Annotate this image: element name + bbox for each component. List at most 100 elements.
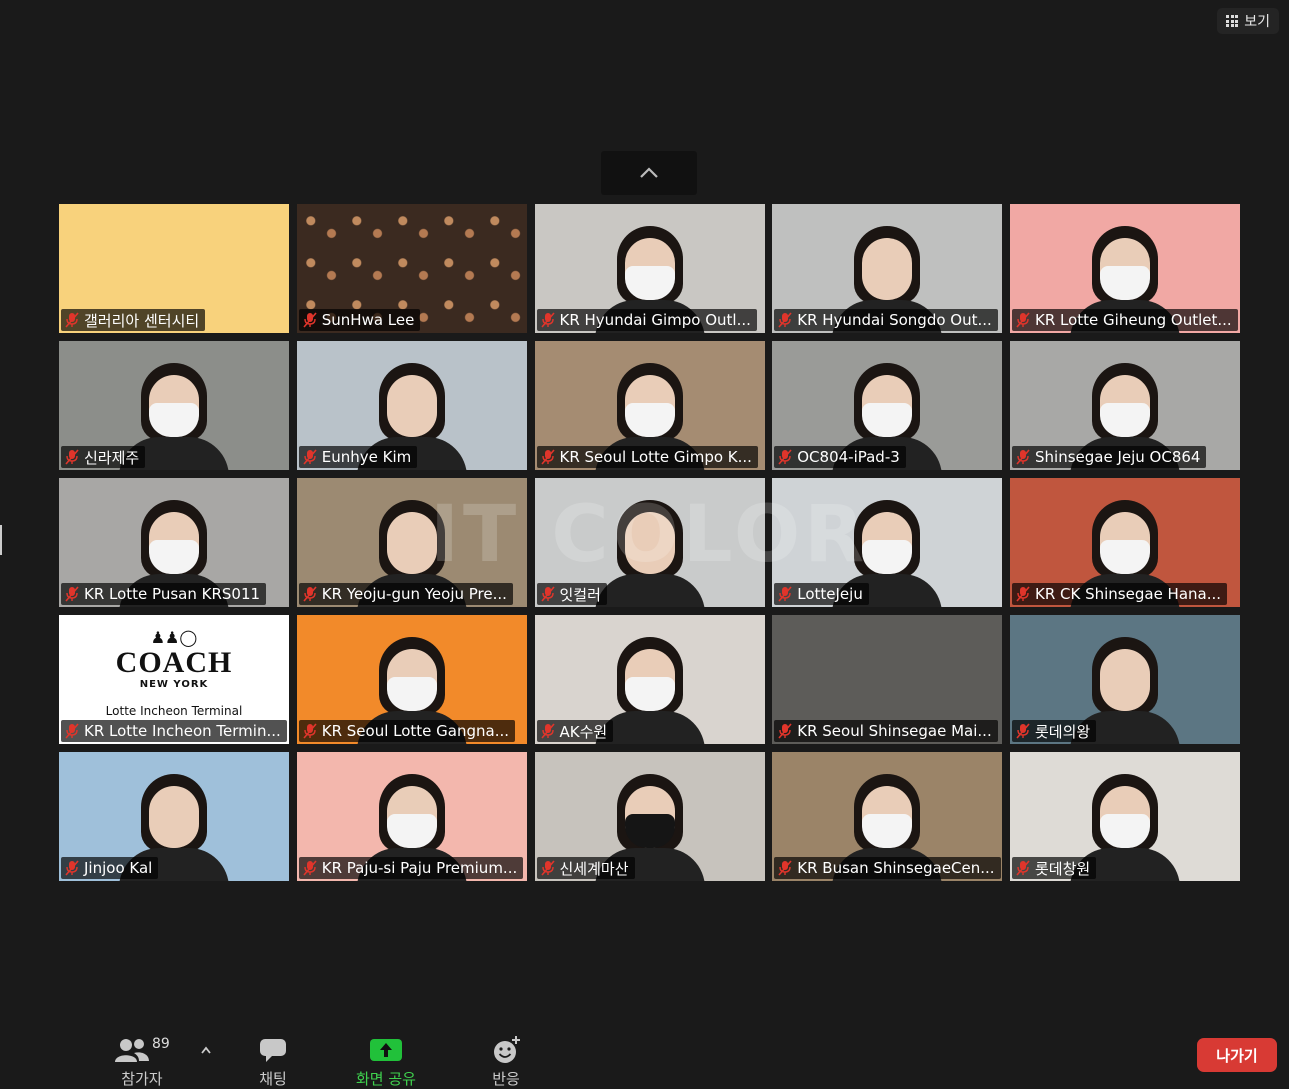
participant-tile[interactable]: KR Lotte Pusan KRS011 <box>59 478 289 607</box>
participant-nameplate: KR Seoul Lotte Gangna... <box>298 720 516 742</box>
participant-name: 롯데창원 <box>1035 859 1091 878</box>
logo-sub: NEW YORK <box>139 679 209 690</box>
participant-nameplate: KR Busan ShinsegaeCen... <box>774 857 1001 879</box>
share-screen-icon <box>369 1039 402 1061</box>
participant-tile[interactable]: KR Paju-si Paju Premium... <box>296 752 527 881</box>
participant-tile[interactable]: 신라제주 <box>59 341 289 470</box>
participants-label: 참가자 <box>121 1070 163 1088</box>
collapse-thumbnails-button[interactable] <box>601 151 697 195</box>
participant-nameplate: 롯데의왕 <box>1012 720 1097 742</box>
participant-tile[interactable]: Jinjoo Kal <box>59 752 289 881</box>
mic-muted-icon <box>303 723 317 739</box>
participant-name: SunHwa Lee <box>321 311 415 329</box>
participant-nameplate: KR Lotte Incheon Termin... <box>61 720 287 742</box>
participant-tile[interactable]: KR CK Shinsegae Hana... <box>1010 478 1240 607</box>
mic-muted-icon <box>65 860 79 876</box>
mic-muted-icon <box>778 586 792 602</box>
reactions-button[interactable]: 반응 <box>490 1036 522 1089</box>
participants-icon <box>115 1039 149 1062</box>
participant-tile[interactable]: SunHwa Lee <box>296 204 527 333</box>
participant-gallery: 갤러리아 센터시티 SunHwa Lee KR Hyundai Gimpo Ou… <box>59 204 1240 881</box>
participant-tile[interactable]: KR Seoul Shinsegae Mai... <box>772 615 1003 744</box>
participant-silhouette <box>594 482 705 607</box>
participant-tile[interactable]: KR Lotte Giheung Outlet... <box>1010 204 1240 333</box>
participant-name: KR Busan ShinsegaeCen... <box>797 859 995 877</box>
mic-muted-icon <box>778 312 792 328</box>
participant-nameplate: Shinsegae Jeju OC864 <box>1012 446 1207 468</box>
participant-name: LotteJeju <box>797 585 863 603</box>
participant-name: AK수원 <box>559 722 608 741</box>
participant-tile[interactable]: 롯데창원 <box>1010 752 1240 881</box>
mic-muted-icon <box>1016 860 1030 876</box>
participant-name: KR Paju-si Paju Premium... <box>321 859 518 877</box>
participant-tile[interactable]: 잇컬러 <box>534 478 765 607</box>
mic-muted-icon <box>540 723 555 739</box>
mic-muted-icon <box>65 723 79 739</box>
participant-nameplate: KR Paju-si Paju Premium... <box>298 857 524 879</box>
participant-name: Eunhye Kim <box>321 448 412 466</box>
chat-icon <box>260 1039 286 1062</box>
participant-name: 신세계마산 <box>559 859 629 878</box>
mic-muted-icon <box>65 449 79 465</box>
participant-tile[interactable]: KR Yeoju-gun Yeoju Pre... <box>296 478 527 607</box>
participant-name: KR Lotte Giheung Outlet... <box>1035 311 1232 329</box>
participant-name: KR Lotte Pusan KRS011 <box>84 585 261 603</box>
grid-view-icon <box>1226 15 1239 27</box>
participant-tile[interactable]: KR Hyundai Gimpo Outl... <box>534 204 765 333</box>
participant-nameplate: 갤러리아 센터시티 <box>61 309 206 331</box>
participant-tile[interactable]: KR Busan ShinsegaeCen... <box>772 752 1003 881</box>
mic-muted-icon <box>303 449 317 465</box>
participant-nameplate: KR Hyundai Gimpo Outl... <box>536 309 757 331</box>
participant-tile[interactable]: KR Seoul Lotte Gimpo K... <box>534 341 765 470</box>
chat-button[interactable]: 채팅 <box>258 1036 288 1089</box>
chevron-up-icon <box>640 167 658 178</box>
leave-button[interactable]: 나가기 <box>1197 1038 1277 1072</box>
participant-name: KR Hyundai Songdo Out... <box>797 311 992 329</box>
view-button-label: 보기 <box>1244 14 1270 30</box>
participants-menu-chevron-icon[interactable] <box>200 1046 212 1054</box>
emoji-add-icon <box>494 1036 520 1063</box>
participant-nameplate: AK수원 <box>536 720 614 742</box>
participant-tile[interactable]: Shinsegae Jeju OC864 <box>1010 341 1240 470</box>
participant-nameplate: KR CK Shinsegae Hana... <box>1012 583 1228 605</box>
mic-muted-icon <box>1016 449 1030 465</box>
participant-tile[interactable]: 갤러리아 센터시티 <box>59 204 289 333</box>
participant-name: 롯데의왕 <box>1035 722 1091 741</box>
chat-label: 채팅 <box>259 1070 287 1088</box>
participant-name: KR Seoul Lotte Gimpo K... <box>559 448 752 466</box>
mic-muted-icon <box>778 723 792 739</box>
mic-muted-icon <box>540 860 555 876</box>
participant-tile[interactable]: Eunhye Kim <box>296 341 527 470</box>
participants-count: 89 <box>152 1036 170 1052</box>
participant-tile[interactable]: LotteJeju <box>772 478 1003 607</box>
participant-tile[interactable]: KR Seoul Lotte Gangna... <box>296 615 527 744</box>
participant-tile[interactable]: KR Hyundai Songdo Out... <box>772 204 1003 333</box>
participant-nameplate: KR Yeoju-gun Yeoju Pre... <box>298 583 513 605</box>
participant-name: KR Seoul Shinsegae Mai... <box>797 722 992 740</box>
logo-brand: COACH <box>115 646 233 679</box>
participant-name: Jinjoo Kal <box>84 859 153 877</box>
coach-logo: ♟♟◯ COACH NEW YORK Lotte Incheon Terminal <box>59 629 289 719</box>
share-screen-label: 화면 공유 <box>356 1070 416 1088</box>
participant-nameplate: 신세계마산 <box>536 857 635 879</box>
mic-muted-icon <box>778 860 792 876</box>
window-edge-marker <box>0 525 2 555</box>
participant-tile[interactable]: AK수원 <box>534 615 765 744</box>
participant-tile[interactable]: 롯데의왕 <box>1010 615 1240 744</box>
participant-tile[interactable]: 신세계마산 <box>534 752 765 881</box>
participants-button[interactable]: 89 참가자 <box>114 1036 170 1089</box>
mic-muted-icon <box>303 312 317 328</box>
participant-nameplate: KR Seoul Shinsegae Mai... <box>774 720 998 742</box>
participant-name: KR Hyundai Gimpo Outl... <box>559 311 751 329</box>
participant-tile[interactable]: ♟♟◯ COACH NEW YORK Lotte Incheon Terminal K… <box>59 615 289 744</box>
view-button[interactable]: 보기 <box>1217 8 1279 34</box>
mic-muted-icon <box>540 449 555 465</box>
mic-muted-icon <box>1016 586 1030 602</box>
share-screen-button[interactable]: 화면 공유 <box>356 1036 416 1089</box>
participant-name: KR Seoul Lotte Gangna... <box>321 722 510 740</box>
participant-tile[interactable]: OC804-iPad-3 <box>772 341 1003 470</box>
mic-muted-icon <box>303 860 317 876</box>
meeting-toolbar: 89 참가자 채팅 화면 공유 반응 나가기 <box>0 1008 1289 1088</box>
participant-nameplate: LotteJeju <box>774 583 869 605</box>
participant-nameplate: KR Lotte Giheung Outlet... <box>1012 309 1238 331</box>
